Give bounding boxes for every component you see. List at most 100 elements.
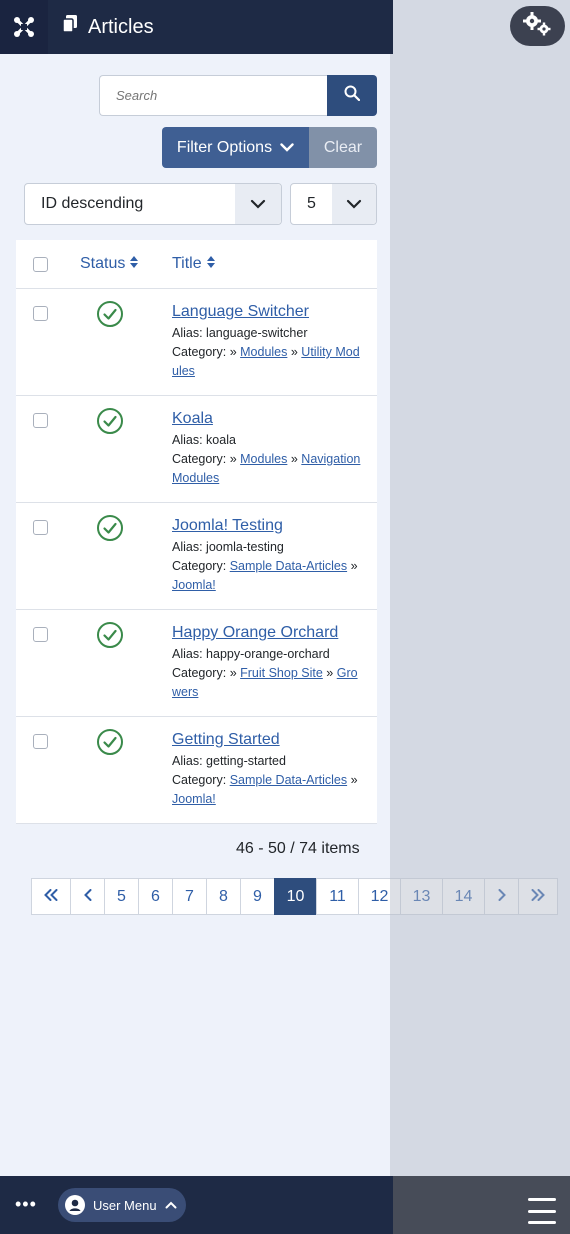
category-separator: » — [229, 452, 237, 466]
category-link[interactable]: Modules — [240, 345, 287, 359]
filter-options-label: Filter Options — [176, 138, 273, 156]
category-separator: » — [350, 559, 358, 573]
category-link[interactable]: Fruit Shop Site — [240, 666, 323, 680]
row-checkbox[interactable] — [33, 627, 48, 642]
article-category: Category: » Modules » Navigation Modules — [172, 450, 362, 488]
article-alias: Alias: language-switcher — [172, 326, 308, 340]
article-alias: Alias: joomla-testing — [172, 540, 284, 554]
page-8-button[interactable]: 8 — [206, 878, 241, 915]
category-label: Category: — [172, 773, 227, 787]
ordering-select[interactable]: ID descending — [24, 183, 282, 225]
category-link[interactable]: Sample Data-Articles — [230, 559, 347, 573]
category-separator: » — [326, 666, 334, 680]
category-label: Category: — [172, 345, 227, 359]
published-check-icon[interactable] — [96, 514, 124, 542]
status-header-label: Status — [80, 255, 126, 272]
select-all-checkbox[interactable] — [33, 256, 48, 272]
clear-button[interactable]: Clear — [309, 127, 377, 168]
category-separator: » — [229, 666, 237, 680]
chevron-up-icon — [165, 1201, 177, 1209]
table-row: Language Switcher Alias: language-switche… — [16, 289, 377, 396]
page-10-button[interactable]: 10 — [274, 878, 317, 915]
article-info: Koala Alias: koala Category: » Modules » N… — [172, 410, 362, 488]
user-avatar-icon — [65, 1195, 85, 1215]
category-label: Category: — [172, 666, 227, 680]
article-title-link[interactable]: Getting Started — [172, 731, 362, 749]
filter-controls: Filter Options Clear — [162, 127, 377, 168]
category-label: Category: — [172, 559, 227, 573]
options-gear-button[interactable] — [510, 6, 565, 46]
article-alias: Alias: happy-orange-orchard — [172, 647, 330, 661]
published-check-icon[interactable] — [96, 407, 124, 435]
page-title-group: Articles — [62, 15, 154, 39]
published-check-icon[interactable] — [96, 300, 124, 328]
article-info: Getting Started Alias: getting-started Cat… — [172, 731, 362, 809]
article-category: Category: Sample Data-Articles » Joomla! — [172, 771, 362, 809]
table-row: Getting Started Alias: getting-started Cat… — [16, 717, 377, 824]
search-icon — [344, 85, 361, 106]
category-separator: » — [350, 773, 358, 787]
articles-icon — [62, 15, 78, 39]
ordering-value: ID descending — [41, 195, 144, 212]
chevron-left-icon — [83, 888, 92, 906]
category-separator: » — [290, 345, 298, 359]
double-chevron-left-icon — [44, 888, 58, 906]
status-column-header[interactable]: Status — [80, 255, 139, 274]
page-6-button[interactable]: 6 — [138, 878, 173, 915]
user-menu-label: User Menu — [93, 1197, 157, 1213]
article-category: Category: » Fruit Shop Site » Growers — [172, 664, 362, 702]
chevron-down-icon — [332, 184, 376, 224]
table-body: Language Switcher Alias: language-switche… — [16, 289, 377, 824]
items-summary: 46 - 50 / 74 items — [236, 840, 360, 857]
user-menu-button[interactable]: User Menu — [58, 1188, 186, 1222]
category-link[interactable]: Joomla! — [172, 578, 216, 592]
published-check-icon[interactable] — [96, 728, 124, 756]
search-button[interactable] — [327, 75, 377, 116]
article-title-link[interactable]: Koala — [172, 410, 362, 428]
hamburger-menu-icon[interactable] — [528, 1198, 556, 1224]
more-menu-button[interactable]: ••• — [15, 1194, 37, 1215]
bottom-bar: ••• User Menu — [0, 1176, 393, 1234]
table-header: Status Title — [16, 240, 377, 289]
page-5-button[interactable]: 5 — [104, 878, 139, 915]
category-link[interactable]: Sample Data-Articles — [230, 773, 347, 787]
first-page-button[interactable] — [31, 878, 71, 915]
page-title: Articles — [88, 15, 154, 38]
table-row: Happy Orange Orchard Alias: happy-orange-… — [16, 610, 377, 717]
article-info: Language Switcher Alias: language-switche… — [172, 303, 362, 381]
page-11-button[interactable]: 11 — [316, 878, 359, 915]
page-7-button[interactable]: 7 — [172, 878, 207, 915]
title-header-label: Title — [172, 255, 202, 272]
filter-options-button[interactable]: Filter Options — [162, 127, 309, 168]
article-alias: Alias: getting-started — [172, 754, 286, 768]
search-input[interactable] — [99, 75, 327, 116]
table-row: Joomla! Testing Alias: joomla-testing Cate… — [16, 503, 377, 610]
search-bar — [99, 75, 377, 116]
article-info: Happy Orange Orchard Alias: happy-orange-… — [172, 624, 362, 702]
row-checkbox[interactable] — [33, 413, 48, 428]
category-label: Category: — [172, 452, 227, 466]
published-check-icon[interactable] — [96, 621, 124, 649]
article-title-link[interactable]: Language Switcher — [172, 303, 362, 321]
category-link[interactable]: Modules — [240, 452, 287, 466]
category-separator: » — [229, 345, 237, 359]
sidebar-backdrop[interactable] — [390, 0, 570, 1234]
top-header: Articles — [0, 0, 393, 54]
limit-value: 5 — [307, 195, 316, 212]
category-link[interactable]: Joomla! — [172, 792, 216, 806]
title-column-header[interactable]: Title — [172, 255, 216, 274]
article-title-link[interactable]: Joomla! Testing — [172, 517, 362, 535]
sort-icon — [129, 255, 139, 274]
row-checkbox[interactable] — [33, 520, 48, 535]
chevron-down-icon — [235, 184, 281, 224]
article-category: Category: » Modules » Utility Modules — [172, 343, 362, 381]
previous-page-button[interactable] — [70, 878, 105, 915]
article-title-link[interactable]: Happy Orange Orchard — [172, 624, 362, 642]
list-limit-select[interactable]: 5 — [290, 183, 377, 225]
row-checkbox[interactable] — [33, 734, 48, 749]
page-9-button[interactable]: 9 — [240, 878, 275, 915]
row-checkbox[interactable] — [33, 306, 48, 321]
article-alias: Alias: koala — [172, 433, 236, 447]
joomla-logo-icon[interactable] — [0, 0, 48, 54]
table-row: Koala Alias: koala Category: » Modules » N… — [16, 396, 377, 503]
